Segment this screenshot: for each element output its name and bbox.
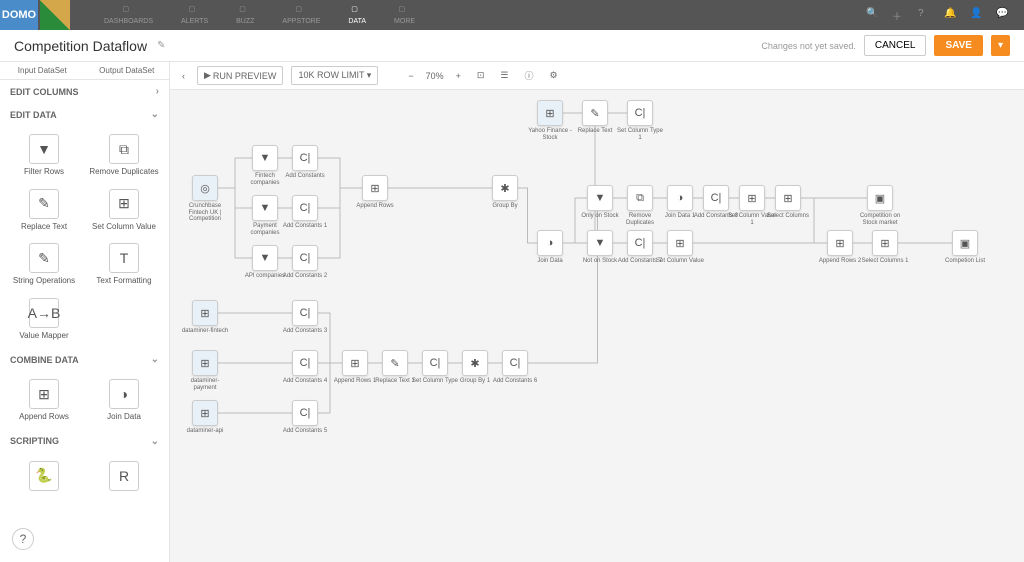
search-icon[interactable]: 🔍 — [866, 8, 880, 22]
node-noton[interactable]: ▼Not on Stock — [580, 230, 620, 265]
node-addc4[interactable]: C|Add Constants 4 — [285, 350, 325, 385]
node-addc2[interactable]: C|Add Constants 2 — [285, 245, 325, 280]
node-groupby[interactable]: ✱Group By — [485, 175, 525, 210]
node-addc5[interactable]: C|Add Constants 5 — [285, 400, 325, 435]
tool-join-data[interactable]: ◑Join Data — [86, 375, 162, 426]
node-api[interactable]: ▼API companies — [245, 245, 285, 280]
settings-button[interactable]: ⚙ — [546, 68, 562, 83]
section-edit-columns[interactable]: EDIT COLUMNS › — [0, 80, 169, 103]
page-title: Competition Dataflow — [14, 38, 147, 54]
chevron-down-icon: ⌄ — [151, 109, 159, 120]
node-joindata[interactable]: ◑Join Data — [530, 230, 570, 265]
tool-text-formatting[interactable]: TText Formatting — [86, 239, 162, 290]
node-replace1[interactable]: ✎Replace Text 1 — [375, 350, 415, 385]
node-payment[interactable]: ▼Payment companies — [245, 195, 285, 236]
chevron-down-icon: ⌄ — [151, 354, 159, 365]
nav-more[interactable]: ▢MORE — [380, 3, 429, 27]
node-setcolval2[interactable]: ⊞Set Column Value 1 — [732, 185, 772, 226]
scripting-tools: 🐍 R — [0, 453, 169, 499]
nav-alerts[interactable]: ▢ALERTS — [167, 3, 222, 27]
edit-title-icon[interactable]: ✎ — [157, 40, 165, 51]
node-append[interactable]: ⊞Append Rows — [355, 175, 395, 210]
zoom-out-button[interactable]: − — [404, 69, 417, 83]
zoom-in-button[interactable]: + — [452, 69, 465, 83]
nav-appstore[interactable]: ▢APPSTORE — [268, 3, 334, 27]
tab-input-dataset[interactable]: Input DataSet — [0, 62, 85, 79]
section-edit-data[interactable]: EDIT DATA ⌄ — [0, 103, 169, 126]
nav-data[interactable]: ▢DATA — [334, 3, 380, 27]
node-crunchbase[interactable]: ◎Crunchbase Fintech UK | Competition — [185, 175, 225, 223]
run-preview-button[interactable]: ▶ RUN PREVIEW — [197, 66, 283, 85]
help-icon[interactable]: ? — [918, 8, 932, 22]
org-avatar[interactable] — [40, 0, 70, 30]
dataflow-canvas[interactable]: ⊞Yahoo Finance - Stock✎Replace TextC|Set… — [170, 90, 1024, 562]
tab-output-dataset[interactable]: Output DataSet — [85, 62, 170, 79]
node-yahoo[interactable]: ⊞Yahoo Finance - Stock — [530, 100, 570, 141]
help-button[interactable]: ? — [12, 528, 34, 550]
tool-set-column-value[interactable]: ⊞Set Column Value — [86, 185, 162, 236]
brand-logo[interactable]: DOMO — [0, 0, 38, 30]
node-replacetext[interactable]: ✎Replace Text — [575, 100, 615, 135]
tool-script-r[interactable]: R — [86, 457, 162, 495]
cancel-button[interactable]: CANCEL — [864, 35, 927, 56]
node-selcol1[interactable]: ⊞Select Columns 1 — [865, 230, 905, 265]
node-setcoltype1[interactable]: C|Set Column Type 1 — [620, 100, 660, 141]
node-addc[interactable]: C|Add Constants — [285, 145, 325, 180]
node-selcol[interactable]: ⊞Select Columns — [768, 185, 808, 220]
tool-string-operations[interactable]: ✎String Operations — [6, 239, 82, 290]
tool-replace-text[interactable]: ✎Replace Text — [6, 185, 82, 236]
edit-data-tools: ▼Filter Rows⧉Remove Duplicates✎Replace T… — [0, 126, 169, 348]
node-removedup[interactable]: ⧉Remove Duplicates — [620, 185, 660, 226]
node-only[interactable]: ▼Only on Stock — [580, 185, 620, 220]
nav-dashboards[interactable]: ▢DASHBOARDS — [90, 3, 167, 27]
tool-append-rows[interactable]: ⊞Append Rows — [6, 375, 82, 426]
node-groupby1[interactable]: ✱Group By 1 — [455, 350, 495, 385]
tool-value-mapper[interactable]: A→BValue Mapper — [6, 294, 82, 345]
tool-remove-duplicates[interactable]: ⧉Remove Duplicates — [86, 130, 162, 181]
save-dropdown[interactable]: ▾ — [991, 35, 1010, 56]
chevron-right-icon: › — [156, 86, 159, 97]
canvas-wrap: ‹ ▶ RUN PREVIEW 10K ROW LIMIT ▾ − 70% + … — [170, 62, 1024, 562]
node-dm-api[interactable]: ⊞dataminer-api — [185, 400, 225, 435]
chevron-down-icon: ⌄ — [151, 436, 159, 447]
combine-data-tools: ⊞Append Rows◑Join Data — [0, 371, 169, 430]
list-button[interactable]: ☰ — [496, 68, 512, 83]
fit-button[interactable]: ⊡ — [473, 68, 489, 83]
node-dm-payment[interactable]: ⊞dataminer-payment — [185, 350, 225, 391]
node-append2[interactable]: ⊞Append Rows 2 — [820, 230, 860, 265]
add-icon[interactable]: ＋ — [892, 8, 906, 22]
node-setcoltype[interactable]: C|Set Column Type — [415, 350, 455, 385]
tool-filter-rows[interactable]: ▼Filter Rows — [6, 130, 82, 181]
changes-status: Changes not yet saved. — [761, 41, 856, 51]
nav-right: 🔍 ＋ ? 🔔 👤 💬 — [866, 8, 1024, 22]
zoom-level: 70% — [426, 71, 444, 81]
node-append1[interactable]: ⊞Append Rows 1 — [335, 350, 375, 385]
user-avatar[interactable]: 👤 — [970, 8, 984, 22]
section-scripting[interactable]: SCRIPTING ⌄ — [0, 430, 169, 453]
node-addc3[interactable]: C|Add Constants 3 — [285, 300, 325, 335]
node-addc7[interactable]: C|Add Constants 7 — [620, 230, 660, 265]
node-dm-fintech[interactable]: ⊞dataminer-fintech — [185, 300, 225, 335]
nav-buzz[interactable]: ▢BUZZ — [222, 3, 268, 27]
top-nav: DOMO ▢DASHBOARDS▢ALERTS▢BUZZ▢APPSTORE▢DA… — [0, 0, 1024, 30]
info-button[interactable]: ⓘ — [521, 67, 538, 84]
canvas-toolbar: ‹ ▶ RUN PREVIEW 10K ROW LIMIT ▾ − 70% + … — [170, 62, 1024, 90]
nav-items: ▢DASHBOARDS▢ALERTS▢BUZZ▢APPSTORE▢DATA▢MO… — [90, 3, 429, 27]
back-button[interactable]: ‹ — [178, 69, 189, 83]
header-bar: Competition Dataflow ✎ Changes not yet s… — [0, 30, 1024, 62]
node-setcolval[interactable]: ⊞Set Column Value — [660, 230, 700, 265]
notifications-icon[interactable]: 🔔 — [944, 8, 958, 22]
tool-script-python[interactable]: 🐍 — [6, 457, 82, 495]
node-fintech[interactable]: ▼Fintech companies — [245, 145, 285, 186]
chat-icon[interactable]: 💬 — [996, 8, 1010, 22]
node-addc6[interactable]: C|Add Constants 6 — [495, 350, 535, 385]
row-limit-select[interactable]: 10K ROW LIMIT ▾ — [291, 66, 378, 85]
node-complist[interactable]: ▣Competion List — [945, 230, 985, 265]
save-button[interactable]: SAVE — [934, 35, 983, 56]
sidebar: Input DataSet Output DataSet EDIT COLUMN… — [0, 62, 170, 562]
section-combine-data[interactable]: COMBINE DATA ⌄ — [0, 348, 169, 371]
node-comp-stock[interactable]: ▣Competition on Stock market — [860, 185, 900, 226]
node-addc1[interactable]: C|Add Constants 1 — [285, 195, 325, 230]
